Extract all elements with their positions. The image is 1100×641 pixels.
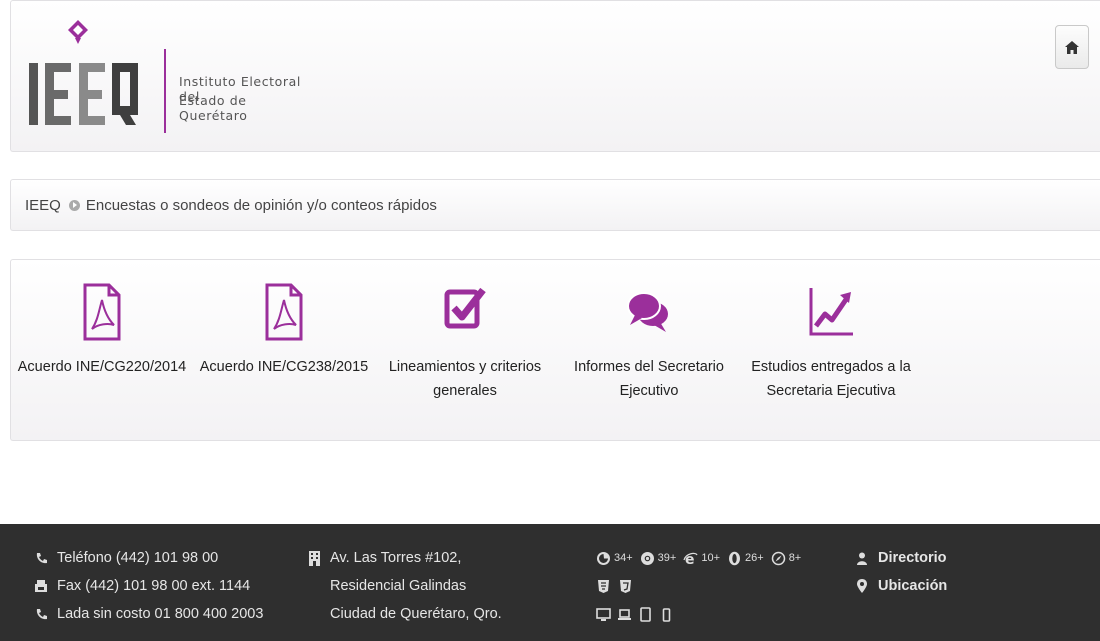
device-types xyxy=(596,600,808,628)
checkbox-icon xyxy=(444,287,486,329)
document-item-estudios[interactable]: Estudios entregados a la Secretaria Ejec… xyxy=(746,282,916,403)
browser-version: 34+ xyxy=(614,552,633,564)
pdf-icon xyxy=(83,283,121,341)
html5-icon xyxy=(598,579,609,593)
web-standards xyxy=(596,572,808,600)
document-label: Acuerdo INE/CG238/2015 xyxy=(199,359,369,375)
document-label-line2: generales xyxy=(433,383,497,399)
browser-version: 26+ xyxy=(745,552,764,564)
logo-text-line2: Estado de Querétaro xyxy=(179,93,248,123)
phone-line: Teléfono (442) 101 98 00 xyxy=(32,544,263,572)
document-item-lineamientos[interactable]: Lineamientos y criterios generales xyxy=(380,282,550,403)
laptop-icon xyxy=(618,608,631,620)
phone-icon xyxy=(32,606,50,622)
browser-chrome: 39+ xyxy=(640,551,677,566)
safari-icon xyxy=(771,551,785,565)
site-footer: Teléfono (442) 101 98 00 Fax (442) 101 9… xyxy=(0,524,1100,641)
home-icon xyxy=(1065,40,1079,54)
browser-version: 10+ xyxy=(701,552,721,564)
document-item-acuerdo-2014[interactable]: Acuerdo INE/CG220/2014 xyxy=(17,282,187,379)
trend-chart-icon xyxy=(809,288,853,336)
opera-icon xyxy=(729,551,741,565)
tollfree-line: Lada sin costo 01 800 400 2003 xyxy=(32,600,263,628)
chat-bubbles-icon xyxy=(627,292,668,332)
document-item-acuerdo-2015[interactable]: Acuerdo INE/CG238/2015 xyxy=(199,282,369,379)
ie-icon: e xyxy=(683,552,698,566)
document-item-informes[interactable]: Informes del Secretario Ejecutivo xyxy=(564,282,734,403)
breadcrumb: IEEQ Encuestas o sondeos de opinión y/o … xyxy=(10,179,1100,231)
browser-safari: 8+ xyxy=(771,551,802,566)
browser-version: 8+ xyxy=(788,552,802,564)
breadcrumb-current: Encuestas o sondeos de opinión y/o conte… xyxy=(85,196,437,214)
browser-support-column: 34+ 39+ e 10+ 26+ 8+ xyxy=(596,544,808,628)
directorio-link[interactable]: Directorio xyxy=(878,550,947,566)
phone-icon xyxy=(32,550,50,566)
browser-firefox: 34+ xyxy=(596,551,633,566)
address-line3: Ciudad de Querétaro, Qro. xyxy=(330,606,502,622)
phone-text: Teléfono (442) 101 98 00 xyxy=(57,550,219,566)
user-icon xyxy=(853,550,871,566)
document-grid: Acuerdo INE/CG220/2014 Acuerdo INE/CG238… xyxy=(10,259,1100,441)
browser-ie: e 10+ xyxy=(683,551,720,566)
address-text: Av. Las Torres #102, xyxy=(330,550,462,566)
fax-icon xyxy=(32,578,50,594)
tablet-icon xyxy=(640,606,651,622)
document-label-line1: Estudios entregados a la xyxy=(751,359,911,375)
document-label-line2: Secretaria Ejecutiva xyxy=(766,383,896,399)
tollfree-text: Lada sin costo 01 800 400 2003 xyxy=(57,606,264,622)
ubicacion-line: Ubicación xyxy=(853,572,947,600)
breadcrumb-root-link[interactable]: IEEQ xyxy=(25,197,61,214)
document-label-line1: Informes del Secretario xyxy=(574,359,724,375)
home-button[interactable] xyxy=(1055,25,1089,69)
ubicacion-link[interactable]: Ubicación xyxy=(878,578,947,594)
contact-column: Teléfono (442) 101 98 00 Fax (442) 101 9… xyxy=(32,544,263,628)
address-line1: Av. Las Torres #102, xyxy=(305,544,502,572)
address-column: Av. Las Torres #102, Residencial Galinda… xyxy=(305,544,502,628)
map-marker-icon xyxy=(853,578,871,594)
building-icon xyxy=(305,550,323,566)
css3-icon xyxy=(620,579,631,593)
desktop-icon xyxy=(596,607,611,621)
document-label-line1: Lineamientos y criterios xyxy=(388,359,542,375)
mobile-icon xyxy=(662,607,671,622)
document-label-line2: Ejecutivo xyxy=(619,383,679,399)
fax-text: Fax (442) 101 98 00 ext. 1144 xyxy=(57,578,251,594)
site-header: Instituto Electoral del Estado de Querét… xyxy=(10,0,1100,152)
pdf-icon xyxy=(265,283,303,341)
firefox-icon xyxy=(597,551,610,565)
document-label: Acuerdo INE/CG220/2014 xyxy=(17,359,187,375)
chrome-icon xyxy=(640,551,654,565)
browser-versions: 34+ 39+ e 10+ 26+ 8+ xyxy=(596,544,808,572)
ieeq-logo[interactable]: Instituto Electoral del Estado de Querét… xyxy=(27,15,307,135)
browser-version: 39+ xyxy=(657,552,677,564)
address-line2: Residencial Galindas xyxy=(330,578,467,594)
footer-links-column: Directorio Ubicación xyxy=(853,544,947,600)
fax-line: Fax (442) 101 98 00 ext. 1144 xyxy=(32,572,263,600)
logo-graphic xyxy=(29,20,166,133)
browser-opera: 26+ xyxy=(727,551,764,566)
directorio-line: Directorio xyxy=(853,544,947,572)
chevron-right-icon xyxy=(68,199,80,211)
